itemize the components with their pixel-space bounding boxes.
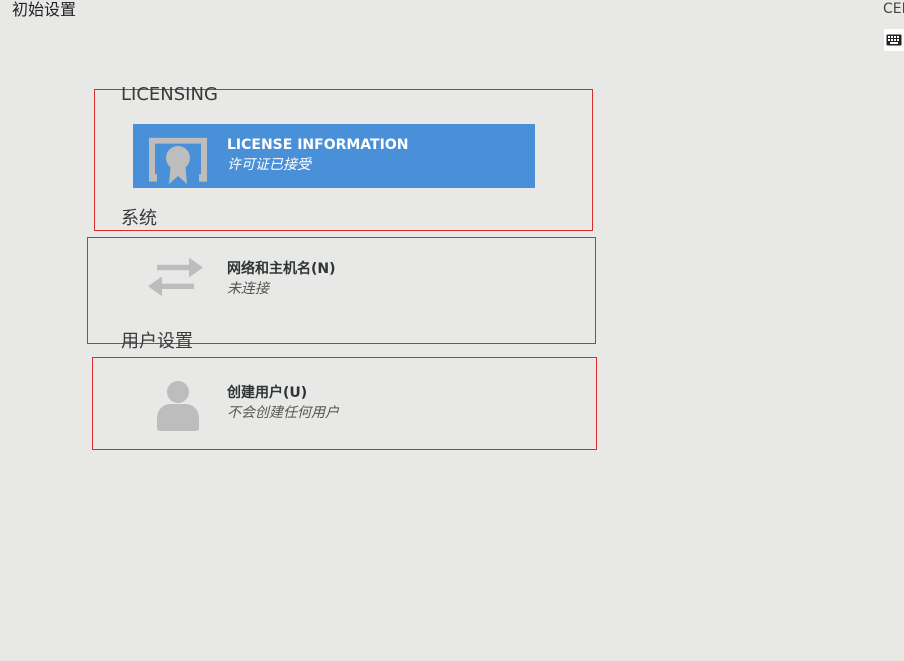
create-user-text: 创建用户(U) 不会创建任何用户: [227, 383, 339, 423]
network-hostname-spoke[interactable]: 网络和主机名(N) 未连接: [133, 248, 535, 312]
keyboard-icon: [886, 34, 902, 46]
license-information-text: LICENSE INFORMATION 许可证已接受: [227, 135, 408, 175]
licensing-section-title: LICENSING: [121, 84, 218, 105]
license-certificate-icon: [147, 130, 209, 186]
window-title: 初始设置: [12, 0, 77, 19]
network-hostname-text: 网络和主机名(N) 未连接: [227, 259, 336, 299]
user-icon: [147, 376, 209, 432]
spoke-status: 未连接: [227, 281, 269, 297]
keyboard-layout-indicator: CEN: [883, 1, 904, 17]
initial-setup-hub: 初始设置 CEN LICENSING: [0, 0, 904, 661]
system-section-title: 系统: [121, 208, 157, 229]
spoke-title: 网络和主机名(N): [227, 261, 336, 277]
spoke-status: 不会创建任何用户: [227, 405, 339, 421]
create-user-spoke[interactable]: 创建用户(U) 不会创建任何用户: [133, 372, 535, 436]
keyboard-layout-button[interactable]: [884, 29, 904, 51]
user-settings-section-title: 用户设置: [121, 331, 193, 352]
spoke-title: 创建用户(U): [227, 385, 308, 401]
license-information-spoke[interactable]: LICENSE INFORMATION 许可证已接受: [133, 124, 535, 188]
network-arrows-icon: [147, 251, 209, 307]
spoke-status: 许可证已接受: [227, 157, 311, 173]
spoke-title: LICENSE INFORMATION: [227, 137, 409, 153]
